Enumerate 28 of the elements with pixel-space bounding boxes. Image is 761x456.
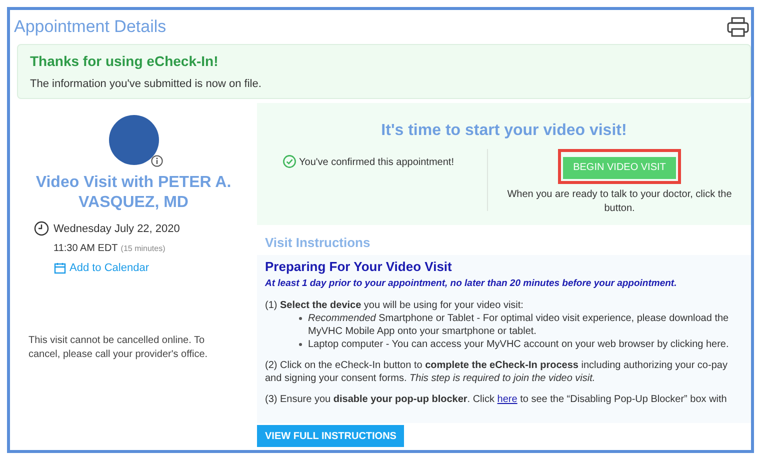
calendar-icon <box>54 262 66 274</box>
instruction-bullet: Recommended Smartphone or Tablet - For optimal video visit experience, please download the MyVHC Mobile App onto your smartphone or tablet. <box>308 312 730 338</box>
banner-title: Thanks for using eCheck-In! <box>30 52 220 71</box>
appointment-date: Wednesday July 22, 2020 <box>54 222 180 237</box>
print-icon[interactable] <box>727 17 749 37</box>
appointment-time: 11:30 AM EDT <box>54 242 118 256</box>
here-link[interactable]: here <box>497 394 518 405</box>
begin-video-visit-button[interactable]: BEGIN VIDEO VISIT <box>563 156 676 178</box>
add-to-calendar-link[interactable]: Add to Calendar <box>54 260 180 276</box>
instruction-bullet: Laptop computer - You can access your MyVHC account on your web browser by clicking here. <box>308 338 729 351</box>
instruction-step: (3) Ensure you disable your pop-up blocker. Click here to see the “Disabling Pop-Up Blocker” box with <box>265 392 743 406</box>
video-visit-hint: When you are ready to talk to your doctor, click the button. <box>506 188 733 216</box>
instruction-step: (2) Click on the eCheck-In button to complete the eCheck-In process including authorizing your co-pay and signing your consent forms. This step is required to join the video visit. <box>265 358 743 385</box>
cancel-note: This visit cannot be cancelled online. To cancel, please call your provider's office. <box>28 334 209 362</box>
view-full-instructions-button[interactable]: VIEW FULL INSTRUCTIONS <box>257 425 404 447</box>
check-circle-icon <box>283 155 296 168</box>
instructions-heading: Visit Instructions <box>264 234 372 252</box>
appointment-heading: Video Visit with PETER A. VASQUEZ, MD <box>34 173 232 213</box>
clock-icon <box>34 221 48 236</box>
instructions-title: Preparing For Your Video Visit <box>265 258 453 276</box>
appointment-duration: (15 minutes) <box>120 242 166 254</box>
instructions-subtitle: At least 1 day prior to your appointment, no later than 20 minutes before your appointment. <box>265 276 678 290</box>
page-title: Appointment Details <box>14 16 166 38</box>
confirmed-message: You've confirmed this appointment! <box>299 156 454 170</box>
banner-message: The information you've submitted is now on file. <box>30 77 262 92</box>
info-icon[interactable] <box>150 155 162 167</box>
video-visit-heading: It's time to start your video visit! <box>381 121 627 141</box>
instruction-step: (1) Select the device you will be using for your video visit: <box>265 298 743 312</box>
